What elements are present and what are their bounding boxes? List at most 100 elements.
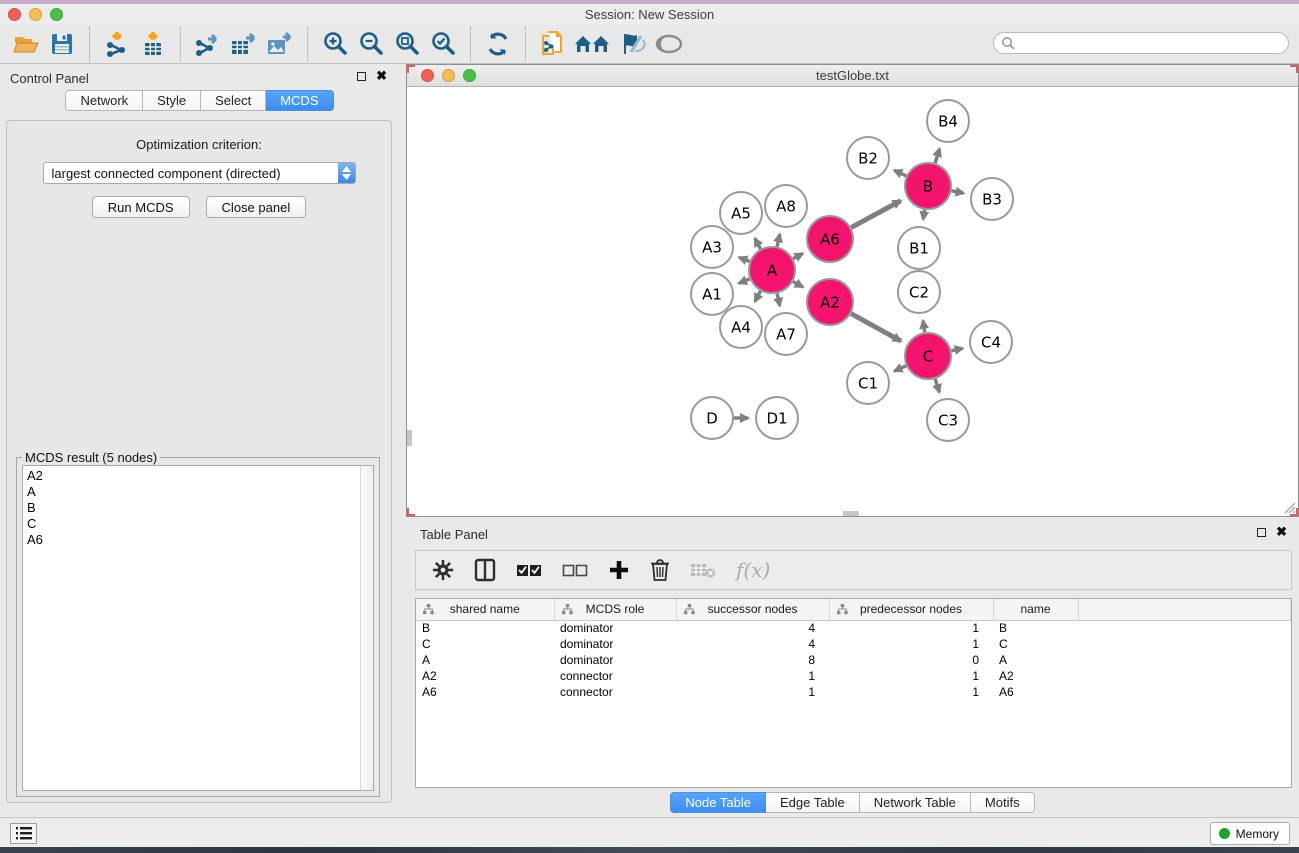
delete-row-button[interactable] [650, 558, 670, 582]
zoom-fit-button[interactable] [389, 27, 425, 61]
close-panel-icon[interactable]: ✖ [376, 71, 387, 81]
zoom-out-button[interactable] [353, 27, 389, 61]
graph-node[interactable]: B4 [927, 100, 969, 142]
tab-network[interactable]: Network [65, 90, 143, 111]
graph-node[interactable]: C3 [927, 399, 969, 441]
table-row[interactable]: Adominator80A [416, 652, 1291, 668]
graph-node[interactable]: A5 [720, 192, 762, 234]
graph-node[interactable]: A4 [720, 306, 762, 348]
tab-network-table[interactable]: Network Table [860, 792, 971, 813]
export-image-button[interactable] [262, 27, 298, 61]
settings-gear-button[interactable] [432, 559, 454, 581]
graph-node[interactable]: C [905, 333, 951, 379]
tab-mcds[interactable]: MCDS [266, 90, 333, 111]
graph-edge[interactable] [739, 279, 750, 283]
zoom-selected-button[interactable] [425, 27, 461, 61]
float-panel-icon[interactable] [357, 72, 366, 81]
graph-edge[interactable] [777, 234, 780, 246]
zoom-in-button[interactable] [317, 27, 353, 61]
result-list-scrollbar[interactable] [360, 466, 373, 790]
graph-edge[interactable] [793, 282, 803, 287]
graph-node[interactable]: C1 [847, 362, 889, 404]
graph-edge[interactable] [894, 170, 906, 176]
graph-node[interactable]: A8 [765, 185, 807, 227]
mcds-result-item[interactable]: B [27, 500, 373, 516]
home-overview-button[interactable] [571, 27, 615, 61]
column-header-successor-nodes[interactable]: successor nodes [676, 599, 829, 620]
graph-edge[interactable] [793, 254, 803, 259]
delete-table-button[interactable] [690, 561, 716, 579]
save-session-button[interactable] [44, 27, 80, 61]
network-canvas[interactable]: B4 B2 B B3 B1 A5A8A6 A3 A A1A4A7A2 C2 C C4 C1 C3 D D1 [407, 87, 1298, 516]
graph-node[interactable]: D [691, 397, 733, 439]
mcds-result-item[interactable]: C [27, 516, 373, 532]
graph-node[interactable]: D1 [756, 397, 798, 439]
graph-node[interactable]: A1 [691, 273, 733, 315]
graph-edge[interactable] [851, 201, 901, 228]
tab-motifs[interactable]: Motifs [971, 792, 1035, 813]
hide-graphics-details-button[interactable] [615, 27, 651, 61]
graph-edge[interactable] [923, 210, 924, 220]
column-selector-button[interactable] [474, 558, 496, 582]
select-all-button[interactable] [516, 562, 542, 578]
graph-edge[interactable] [951, 348, 962, 351]
graph-node[interactable]: B2 [847, 137, 889, 179]
graph-edge[interactable] [851, 314, 901, 341]
graph-node[interactable]: C2 [898, 271, 940, 313]
graph-edge[interactable] [935, 379, 939, 392]
graph-node[interactable]: B [905, 163, 951, 209]
status-list-button[interactable] [10, 823, 37, 844]
close-panel-icon[interactable]: ✖ [1276, 527, 1287, 537]
import-table-button[interactable] [135, 27, 171, 61]
graph-node[interactable]: A7 [765, 313, 807, 355]
graph-edge[interactable] [923, 321, 925, 333]
mcds-result-item[interactable]: A6 [27, 532, 373, 548]
horizontal-scrollbar-thumb[interactable] [843, 511, 859, 516]
graph-node[interactable]: A2 [807, 279, 853, 325]
table-row[interactable]: Bdominator41B [416, 620, 1291, 636]
graph-node[interactable]: B3 [971, 178, 1013, 220]
graph-edge[interactable] [755, 239, 761, 249]
graph-edge[interactable] [755, 291, 761, 301]
graph-edge[interactable] [777, 293, 780, 305]
column-header-shared-name[interactable]: shared name [416, 599, 554, 620]
run-mcds-button[interactable]: Run MCDS [92, 196, 190, 218]
column-header-name[interactable]: name [993, 599, 1078, 620]
memory-button[interactable]: Memory [1210, 822, 1290, 845]
search-input[interactable] [1015, 34, 1288, 52]
column-header-mcds-role[interactable]: MCDS role [554, 599, 676, 620]
graph-edge[interactable] [894, 366, 906, 371]
graph-node[interactable]: A6 [807, 216, 853, 262]
tab-node-table[interactable]: Node Table [670, 792, 766, 813]
tab-style[interactable]: Style [143, 90, 201, 111]
refresh-button[interactable] [480, 27, 516, 61]
import-network-button[interactable] [99, 27, 135, 61]
open-session-button[interactable] [8, 27, 44, 61]
table-row[interactable]: A6connector11A6 [416, 684, 1291, 700]
graph-node[interactable]: A3 [691, 226, 733, 268]
export-table-button[interactable] [226, 27, 262, 61]
float-panel-icon[interactable] [1257, 528, 1266, 537]
graph-node[interactable]: B1 [898, 227, 940, 269]
close-panel-button[interactable]: Close panel [206, 196, 307, 218]
criterion-select[interactable]: largest connected component (directed) [43, 162, 356, 184]
show-details-eye-button[interactable] [651, 27, 687, 61]
mcds-result-item[interactable]: A2 [27, 468, 373, 484]
export-network-button[interactable] [190, 27, 226, 61]
vertical-scrollbar-thumb[interactable] [407, 430, 412, 446]
duplicate-network-button[interactable] [535, 27, 571, 61]
graph-node[interactable]: A [749, 247, 795, 293]
table-row[interactable]: Cdominator41C [416, 636, 1291, 652]
tab-select[interactable]: Select [201, 90, 266, 111]
graph-edge[interactable] [952, 191, 964, 193]
deselect-all-button[interactable] [562, 562, 588, 578]
apply-function-button[interactable]: f(x) [736, 558, 770, 582]
mcds-result-item[interactable]: A [27, 484, 373, 500]
graph-edge[interactable] [739, 257, 750, 261]
table-row[interactable]: A2connector11A2 [416, 668, 1291, 684]
graph-node[interactable]: C4 [970, 321, 1012, 363]
tab-edge-table[interactable]: Edge Table [766, 792, 860, 813]
add-row-button[interactable] [608, 559, 630, 581]
column-header-predecessor-nodes[interactable]: predecessor nodes [829, 599, 993, 620]
graph-edge[interactable] [935, 149, 939, 163]
